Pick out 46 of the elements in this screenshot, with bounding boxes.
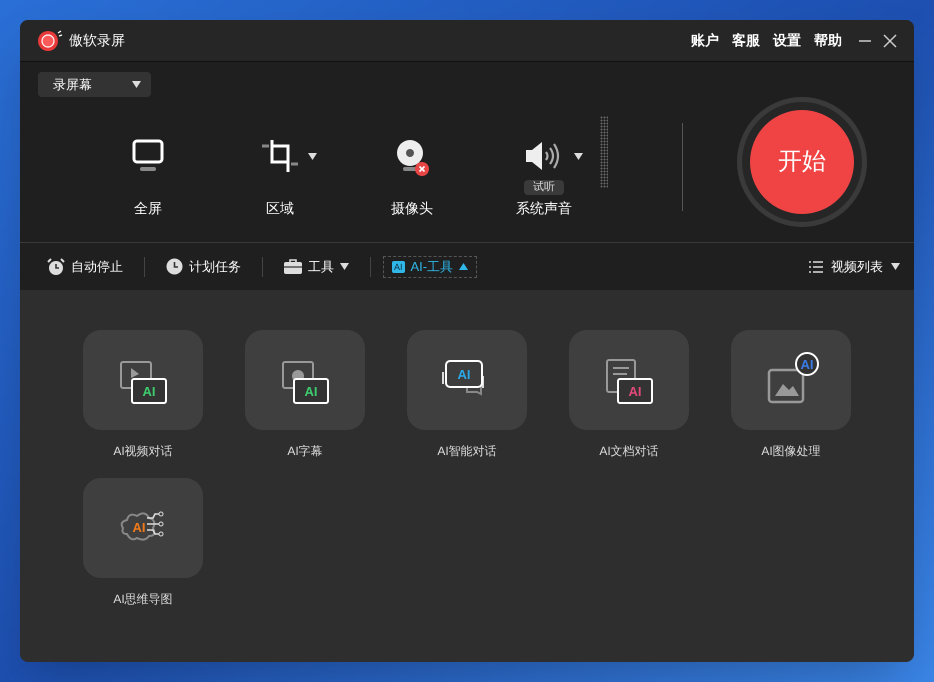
preview-button[interactable]: 试听 <box>524 180 564 194</box>
ai-badge-icon: AI <box>131 378 167 404</box>
tool-label: AI视频对话 <box>113 443 173 460</box>
menu-item[interactable]: 帮助 <box>814 30 842 51</box>
record-logo-icon <box>37 30 63 52</box>
ai-icon: AI <box>392 260 405 272</box>
source-option[interactable]: 区域 <box>266 198 294 219</box>
toolbar-tab[interactable]: AI AI-工具 <box>383 256 478 278</box>
ai-badge-icon: AI <box>293 378 329 404</box>
tool-label: AI图像处理 <box>761 443 821 460</box>
drag-grip[interactable] <box>600 116 608 188</box>
crop-icon <box>262 140 298 172</box>
close-icon[interactable] <box>883 34 897 48</box>
video-list-button[interactable]: 视频列表 <box>809 256 900 276</box>
tool-tile[interactable]: AI <box>407 330 527 430</box>
menu-item[interactable]: 账户 <box>691 30 719 51</box>
caret-icon <box>340 263 349 270</box>
mode-dropdown[interactable]: 录屏幕 <box>38 72 151 97</box>
tool-label: AI字幕 <box>287 443 323 460</box>
toolbar-tab[interactable]: 自动停止 <box>38 256 132 278</box>
tool-tile[interactable]: AI <box>245 330 365 430</box>
clock-icon <box>166 258 183 275</box>
ai-badge-icon: AI <box>617 378 653 404</box>
window-title: 傲软录屏 <box>69 31 125 50</box>
tool-tile[interactable]: AI <box>83 478 203 578</box>
list-icon <box>809 260 823 272</box>
tool-label: AI思维导图 <box>113 591 173 608</box>
tool-label: AI文档对话 <box>599 443 659 460</box>
menu-item[interactable]: 设置 <box>773 30 801 51</box>
ai-badge-icon: AI <box>445 360 483 388</box>
caret-icon <box>891 263 900 270</box>
menu-item[interactable]: 客服 <box>732 30 760 51</box>
monitor-icon <box>132 139 164 173</box>
alarm-clock-icon <box>47 258 65 276</box>
tool-label: AI智能对话 <box>437 443 497 460</box>
source-option[interactable]: 系统声音 <box>516 198 572 219</box>
caret-icon <box>132 81 141 88</box>
ai-badge-icon: AI <box>795 352 819 376</box>
toolbar-tab[interactable]: 计划任务 <box>157 256 250 278</box>
start-button[interactable]: 开始 <box>750 110 854 214</box>
source-option[interactable]: 全屏 <box>134 198 162 219</box>
caret-icon <box>459 263 468 270</box>
ai-badge-icon: AI <box>129 518 149 536</box>
tool-tile[interactable]: AI <box>83 330 203 430</box>
toolbar-tab[interactable]: 工具 <box>275 256 358 278</box>
briefcase-icon <box>284 259 302 274</box>
